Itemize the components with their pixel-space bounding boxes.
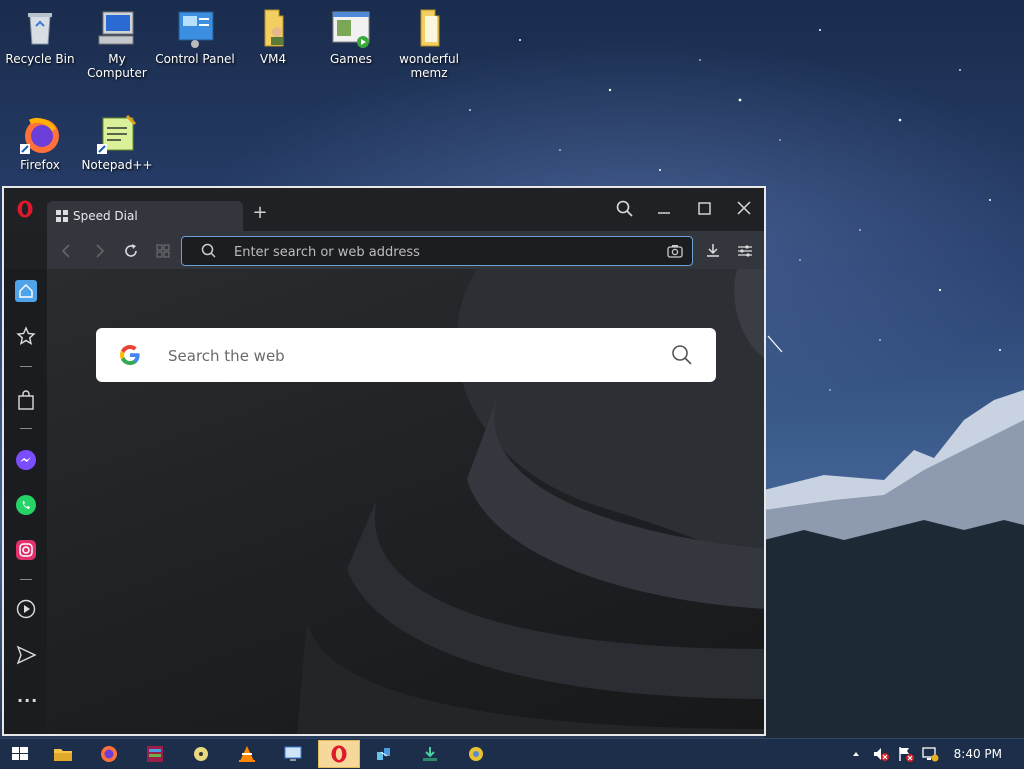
file-explorer-icon[interactable] xyxy=(52,744,74,764)
sidebar-divider xyxy=(20,579,32,580)
computer-icon xyxy=(97,8,137,48)
games-icon xyxy=(331,8,371,48)
desktop-icon-label: My Computer xyxy=(87,52,147,80)
reload-icon[interactable] xyxy=(121,241,141,261)
search-icon xyxy=(201,243,216,258)
network-status-icon[interactable] xyxy=(921,745,939,763)
camera-icon[interactable] xyxy=(666,242,684,260)
notepad-plus-plus-icon xyxy=(97,114,137,154)
sidebar-messenger-icon[interactable] xyxy=(15,449,37,471)
address-toolbar xyxy=(47,231,764,269)
taskbar-opera-icon xyxy=(331,745,347,763)
firefox-icon xyxy=(20,114,60,154)
sidebar-instagram-icon[interactable] xyxy=(15,539,37,561)
taskbar-clock[interactable]: 8:40 PM xyxy=(954,747,1002,761)
tab-label: Speed Dial xyxy=(73,209,138,223)
sidebar: ... xyxy=(4,269,47,734)
google-logo-icon xyxy=(120,345,140,365)
desktop-icon-notepad-plus-plus[interactable]: Notepad++ xyxy=(77,114,157,172)
taskbar-firefox-icon[interactable] xyxy=(98,744,120,764)
desktop-icon-label: Firefox xyxy=(20,158,60,172)
desktop-icon-label: VM4 xyxy=(259,52,287,66)
desktop-icon-vm4[interactable]: VM4 xyxy=(233,8,313,66)
sidebar-send-icon[interactable] xyxy=(15,644,37,666)
app-download-icon[interactable] xyxy=(419,744,441,764)
start-button-icon[interactable] xyxy=(9,744,31,764)
action-center-flag-icon[interactable] xyxy=(897,745,915,763)
sidebar-player-icon[interactable] xyxy=(15,598,37,620)
speed-dial-page xyxy=(47,269,764,734)
address-input[interactable] xyxy=(232,241,656,263)
sidebar-divider xyxy=(20,366,32,367)
easy-setup-icon[interactable] xyxy=(735,241,755,261)
opera-browser-window: Speed Dial + Enter search or web address… xyxy=(2,186,766,736)
vlc-icon[interactable] xyxy=(236,744,258,764)
forward-icon[interactable] xyxy=(89,241,109,261)
title-bar: Speed Dial + xyxy=(4,188,764,231)
opera-logo-icon[interactable] xyxy=(16,200,34,218)
network-tool-icon[interactable] xyxy=(373,744,395,764)
tab-search-icon[interactable] xyxy=(611,198,637,220)
disc-icon[interactable] xyxy=(190,744,212,764)
close-icon[interactable] xyxy=(731,198,757,220)
desktop-icon-label: Control Panel xyxy=(155,52,235,66)
volume-muted-icon[interactable] xyxy=(872,745,890,763)
desktop-icon-label: Notepad++ xyxy=(81,158,153,172)
user-folder-icon xyxy=(253,8,293,48)
remote-desktop-icon[interactable] xyxy=(282,744,304,764)
search-submit-icon[interactable] xyxy=(670,343,694,367)
search-box xyxy=(96,328,716,382)
desktop-icon-control-panel[interactable]: Control Panel xyxy=(155,8,235,66)
download-icon[interactable] xyxy=(703,241,723,261)
new-tab-button[interactable]: + xyxy=(250,202,270,223)
sidebar-bookmarks-icon[interactable] xyxy=(15,325,37,347)
winrar-icon[interactable] xyxy=(144,744,166,764)
control-panel-icon xyxy=(175,8,215,48)
maximize-icon[interactable] xyxy=(691,198,717,220)
desktop-icon-wonderful-memz[interactable]: wonderful memz xyxy=(389,8,469,80)
desktop-icon-recycle-bin[interactable]: Recycle Bin xyxy=(0,8,80,66)
tabs-overview-icon[interactable] xyxy=(153,241,173,261)
desktop-icon-my-computer[interactable]: My Computer xyxy=(77,8,157,80)
desktop-icon-games[interactable]: Games xyxy=(311,8,391,66)
address-bar xyxy=(181,236,693,266)
desktop-icon-label: Recycle Bin xyxy=(5,52,75,66)
sidebar-shopping-icon[interactable] xyxy=(15,389,37,411)
recycle-bin-icon xyxy=(20,8,60,48)
taskbar: 8:40 PM xyxy=(0,738,1024,769)
chrome-canary-icon[interactable] xyxy=(465,744,487,764)
back-icon[interactable] xyxy=(57,241,77,261)
web-search-input[interactable] xyxy=(166,344,650,368)
sidebar-divider xyxy=(20,428,32,429)
tab-speed-dial[interactable]: Speed Dial xyxy=(47,201,243,231)
desktop-icon-label: wonderful memz xyxy=(399,52,459,80)
desktop-icon-firefox[interactable]: Firefox xyxy=(0,114,80,172)
speed-dial-icon xyxy=(56,210,68,222)
mountain-scenery xyxy=(764,390,1024,740)
sidebar-whatsapp-icon[interactable] xyxy=(15,494,37,516)
sidebar-home-icon[interactable] xyxy=(15,280,37,302)
folder-icon xyxy=(409,8,449,48)
show-hidden-icons-icon[interactable] xyxy=(851,749,861,759)
sidebar-more-button[interactable]: ... xyxy=(17,687,38,706)
desktop-icon-label: Games xyxy=(330,52,372,66)
taskbar-opera-button[interactable] xyxy=(318,740,360,768)
minimize-icon[interactable] xyxy=(651,198,677,220)
